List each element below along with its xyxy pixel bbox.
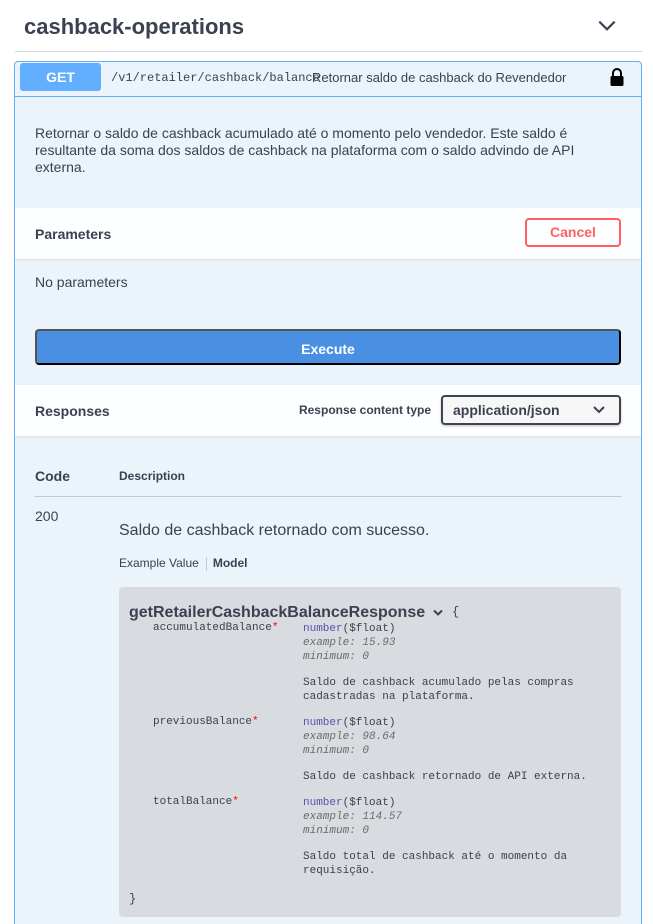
operation-path: /v1/retailer/cashback/balance xyxy=(111,71,320,85)
content-type-label: Response content type xyxy=(298,403,431,417)
property-info: number($float) example: 114.57 minimum: … xyxy=(303,796,603,878)
property-example: example: 15.93 xyxy=(303,637,396,649)
execute-button[interactable]: Execute xyxy=(35,329,621,365)
response-tabs: Example Value Model xyxy=(119,556,248,571)
property-type: number xyxy=(303,797,343,809)
table-divider xyxy=(35,496,621,497)
model-name[interactable]: getRetailerCashbackBalanceResponse xyxy=(129,604,425,622)
tag-title: cashback-operations xyxy=(24,14,245,39)
method-badge: GET xyxy=(20,63,101,91)
operation-block: GET /v1/retailer/cashback/balance Retorn… xyxy=(14,61,642,924)
content-type-select[interactable]: application/json xyxy=(441,395,621,425)
response-code: 200 xyxy=(35,508,59,524)
property-info: number($float) example: 15.93 minimum: 0… xyxy=(303,622,603,704)
property-name: totalBalance* xyxy=(153,796,239,808)
response-description: Saldo de cashback retornado com sucesso. xyxy=(119,522,430,539)
model-close-brace: } xyxy=(129,892,137,906)
property-description: Saldo total de cashback até o momento da… xyxy=(303,851,568,877)
property-info: number($float) example: 98.64 minimum: 0… xyxy=(303,716,603,784)
property-name: previousBalance* xyxy=(153,716,259,728)
property-example: example: 114.57 xyxy=(303,811,403,823)
operation-description: Retornar o saldo de cashback acumulado a… xyxy=(35,125,575,175)
tab-divider xyxy=(205,556,207,571)
tab-example-value[interactable]: Example Value xyxy=(119,556,199,570)
chevron-down-icon[interactable] xyxy=(433,609,443,617)
model-box: getRetailerCashbackBalanceResponse { acc… xyxy=(119,587,621,917)
required-marker: * xyxy=(232,796,239,808)
lock-icon[interactable] xyxy=(609,67,625,87)
property-format: ($float) xyxy=(342,623,396,635)
property-example: example: 98.64 xyxy=(303,731,396,743)
chevron-down-icon[interactable] xyxy=(596,15,618,37)
parameters-header: Parameters Cancel xyxy=(15,208,641,259)
property-description: Saldo de cashback acumulado pelas compra… xyxy=(303,677,574,703)
property-format: ($float) xyxy=(342,797,396,809)
tag-header[interactable]: cashback-operations xyxy=(15,0,642,52)
cancel-button[interactable]: Cancel xyxy=(525,218,621,247)
content-type-value: application/json xyxy=(453,402,560,418)
no-parameters-text: No parameters xyxy=(35,274,128,290)
responses-title: Responses xyxy=(35,403,110,419)
property-type: number xyxy=(303,623,343,635)
operation-summary-text: Retornar saldo de cashback do Revendedor xyxy=(312,70,567,85)
required-marker: * xyxy=(271,622,279,634)
property-minimum: minimum: 0 xyxy=(303,745,370,757)
responses-header: Responses Response content type applicat… xyxy=(15,385,641,436)
required-marker: * xyxy=(252,716,259,728)
chevron-down-icon xyxy=(593,406,605,414)
property-minimum: minimum: 0 xyxy=(303,825,370,837)
property-description: Saldo de cashback retornado de API exter… xyxy=(303,771,587,783)
property-format: ($float) xyxy=(342,717,396,729)
property-type: number xyxy=(303,717,343,729)
operation-summary[interactable]: GET /v1/retailer/cashback/balance Retorn… xyxy=(15,62,641,97)
property-minimum: minimum: 0 xyxy=(303,651,370,663)
column-description: Description xyxy=(119,469,186,483)
parameters-title: Parameters xyxy=(35,226,112,242)
column-code: Code xyxy=(35,468,70,484)
property-name: accumulatedBalance* xyxy=(153,622,279,634)
tab-model[interactable]: Model xyxy=(213,556,248,570)
model-open-brace: { xyxy=(452,605,460,619)
